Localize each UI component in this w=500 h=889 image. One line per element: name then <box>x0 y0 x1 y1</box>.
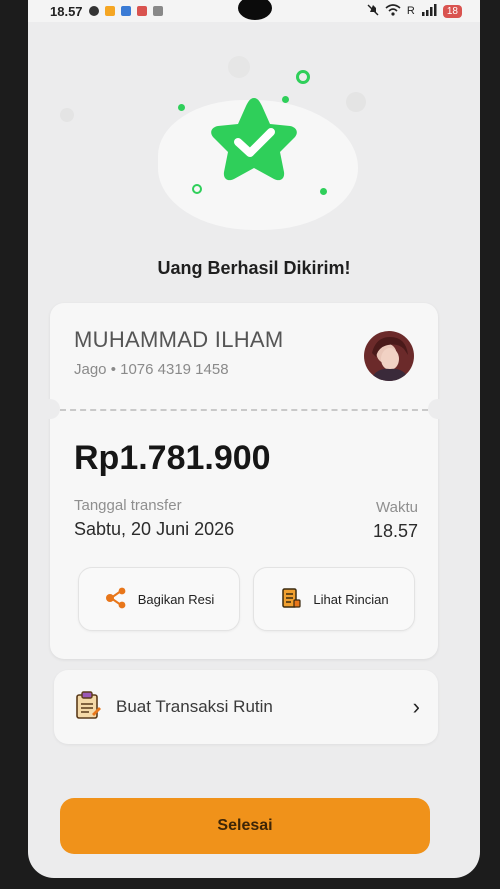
decor-dot <box>178 104 185 111</box>
wifi-icon <box>385 3 401 19</box>
time-label: Waktu <box>376 499 418 516</box>
app-screen: 18.57 R 18 Uang Berhasil Dikirim! MUHAMM… <box>28 0 480 878</box>
transfer-amount: Rp1.781.900 <box>74 439 271 477</box>
view-details-label: Lihat Rincian <box>313 591 389 607</box>
create-recurring-transaction-row[interactable]: Buat Transaksi Rutin › <box>54 670 438 744</box>
share-receipt-button[interactable]: Bagikan Resi <box>78 567 240 631</box>
chat-notification-icon <box>88 6 99 16</box>
status-left: 18.57 <box>50 4 163 19</box>
dashed-divider <box>60 409 428 411</box>
camera-cutout <box>238 0 272 20</box>
done-button[interactable]: Selesai <box>60 798 430 854</box>
decor-ring <box>296 70 310 84</box>
status-right: R 18 <box>367 3 462 19</box>
share-icon <box>104 586 128 613</box>
recurring-transaction-label: Buat Transaksi Rutin <box>116 697 273 716</box>
decor-dot <box>228 56 250 78</box>
ticket-notch-right <box>428 399 448 419</box>
page-title: Uang Berhasil Dikirim! <box>157 258 351 278</box>
receipt-card: MUHAMMAD ILHAM Jago • 1076 4319 1458 Rp1… <box>40 303 448 659</box>
mute-icon <box>367 4 379 19</box>
chevron-right-icon: › <box>412 694 420 719</box>
status-bar: 18.57 R 18 <box>28 0 480 22</box>
ticket-notch-left <box>40 399 60 419</box>
recipient-name: MUHAMMAD ILHAM <box>74 327 284 352</box>
battery-indicator: 18 <box>442 4 462 18</box>
receipt-icon <box>279 586 303 613</box>
success-illustration <box>28 30 480 260</box>
star-check-icon <box>211 98 297 181</box>
date-label: Tanggal transfer <box>74 497 182 514</box>
decor-ring <box>192 184 202 194</box>
share-receipt-label: Bagikan Resi <box>137 591 215 607</box>
status-time: 18.57 <box>50 3 83 19</box>
signal-icon <box>421 3 437 19</box>
recipient-account: Jago • 1076 4319 1458 <box>74 361 229 378</box>
clipboard-icon <box>72 690 102 725</box>
date-value: Sabtu, 20 Juni 2026 <box>74 519 235 539</box>
app-notification-icon <box>104 6 115 16</box>
app-notification-icon <box>136 6 147 16</box>
app-notification-icon <box>120 6 131 16</box>
time-value: 18.57 <box>372 521 418 541</box>
network-label: R <box>406 5 415 17</box>
view-details-button[interactable]: Lihat Rincian <box>253 567 415 631</box>
decor-dot <box>320 188 327 195</box>
mail-notification-icon <box>152 6 163 16</box>
decor-dot <box>346 92 366 112</box>
decor-dot <box>60 108 74 122</box>
avatar <box>364 331 414 381</box>
